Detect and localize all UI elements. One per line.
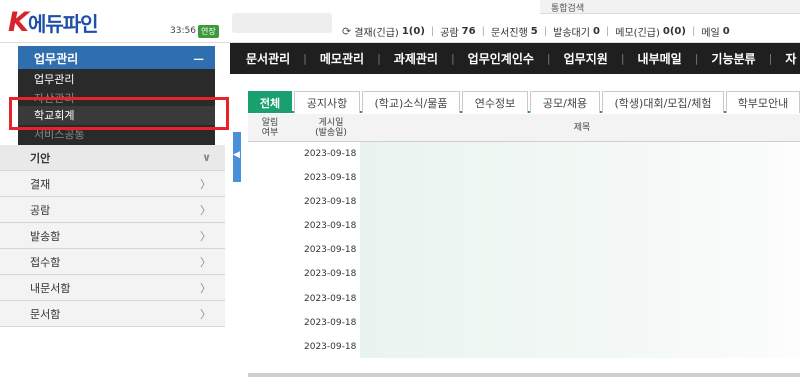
sidebar-toggle[interactable]: ◀ [233, 132, 241, 182]
post-date: 2023-09-18 [304, 245, 357, 255]
status-mail[interactable]: 메일 0 [701, 24, 729, 39]
tab-recruitment[interactable]: 공모/채용 [530, 91, 600, 113]
chevron-right-icon: 〉 [200, 229, 211, 243]
highlight-annotation [9, 97, 229, 130]
nav-task-management[interactable]: 과제관리 [394, 50, 438, 67]
sidebar-item-label: 접수함 [30, 255, 61, 269]
sidebar-item-draft[interactable]: 기안 ∨ [0, 145, 225, 171]
sidebar-item-outbox[interactable]: 발송함 〉 [0, 223, 225, 249]
logo-k: K [8, 7, 29, 38]
nav-work-support[interactable]: 업무지원 [564, 50, 608, 67]
table-row[interactable]: 2023-09-18 [248, 166, 800, 191]
sidebar-item-approval[interactable]: 결재 〉 [0, 171, 225, 197]
table-row[interactable]: 2023-09-18 [248, 311, 800, 336]
status-summary: ⟳ 결재(긴급) 1(0) | 공람 76 | 문서진행 5 | 발송대기 0 … [342, 24, 730, 39]
status-count: 5 [530, 25, 538, 37]
status-review[interactable]: 공람 76 [440, 24, 475, 39]
sidebar-item-label: 내문서함 [30, 281, 71, 295]
status-label: 발송대기 [553, 27, 590, 39]
chevron-right-icon: 〉 [200, 203, 211, 217]
status-label: 공람 [440, 27, 459, 39]
chevron-left-icon: ◀ [233, 150, 240, 160]
chevron-right-icon: 〉 [200, 307, 211, 321]
post-date: 2023-09-18 [304, 197, 357, 207]
status-label: 메일 [701, 27, 720, 39]
integrated-search[interactable]: 통합검색 [540, 0, 800, 14]
tab-training-info[interactable]: 연수정보 [462, 91, 528, 113]
chevron-right-icon: 〉 [200, 281, 211, 295]
table-row[interactable]: 2023-09-18 [248, 214, 800, 239]
status-count: 76 [461, 25, 476, 37]
table-row[interactable]: 2023-09-18 [248, 287, 800, 312]
work-menu-selector[interactable]: 업무관리 − [18, 46, 215, 71]
dropdown-item-work[interactable]: 업무관리 [18, 70, 215, 89]
bottom-panel-edge [248, 373, 800, 377]
post-date: 2023-09-18 [304, 221, 357, 231]
tab-student-events[interactable]: (학생)대회/모집/체험 [602, 91, 724, 113]
status-doc-progress[interactable]: 문서진행 5 [491, 24, 538, 39]
sidebar-item-document-box[interactable]: 문서함 〉 [0, 301, 225, 327]
post-date: 2023-09-18 [304, 318, 357, 328]
nav-internal-mail[interactable]: 내부메일 [638, 50, 682, 67]
top-bar: K 에듀파인 33:56 연장 통합검색 ⟳ 결재(긴급) 1(0) | 공람 … [0, 0, 800, 43]
status-label: 문서진행 [490, 27, 528, 39]
tab-notice[interactable]: 공지사항 [294, 91, 360, 113]
table-row[interactable]: 2023-09-18 [248, 335, 800, 360]
status-memo[interactable]: 메모(긴급) 0(0) [615, 24, 686, 39]
sidebar-item-label: 문서함 [30, 307, 61, 321]
integrated-search-label: 통합검색 [551, 4, 585, 14]
main-nav: 문서관리 | 메모관리 | 과제관리 | 업무인계인수 | 업무지원 | 내부메일 | 기능… [230, 43, 800, 74]
nav-more[interactable]: 자 [785, 50, 796, 67]
table-row[interactable]: 2023-09-18 [248, 262, 800, 287]
session-timer: 33:56 [170, 26, 196, 36]
status-count: 0(0) [662, 25, 686, 37]
sidebar-item-my-documents[interactable]: 내문서함 〉 [0, 275, 225, 301]
collapse-icon[interactable]: − [192, 50, 205, 68]
post-date: 2023-09-18 [304, 173, 357, 183]
tab-all[interactable]: 전체 [248, 91, 292, 113]
sidebar-item-label: 결재 [30, 177, 51, 191]
table-row[interactable]: 2023-09-18 [248, 238, 800, 263]
post-date: 2023-09-18 [304, 342, 357, 352]
status-count: 0 [592, 25, 600, 37]
nav-memo-management[interactable]: 메모관리 [320, 50, 364, 67]
status-count: 0 [722, 25, 730, 37]
status-label: 메모(긴급) [615, 27, 660, 39]
nav-handover[interactable]: 업무인계인수 [468, 50, 534, 67]
board-tabs: 전체 공지사항 (학교)소식/물품 연수정보 공모/채용 (학생)대회/모집/체… [248, 91, 800, 113]
chevron-right-icon: 〉 [200, 177, 211, 191]
nav-document-management[interactable]: 문서관리 [246, 50, 290, 67]
table-row[interactable]: 2023-09-18 [248, 142, 800, 167]
sidebar-item-label: 발송함 [30, 229, 61, 243]
status-label: 결재(긴급) [354, 27, 399, 39]
post-date: 2023-09-18 [304, 149, 357, 159]
status-count: 1(0) [401, 25, 425, 37]
sidebar-item-inbox[interactable]: 접수함 〉 [0, 249, 225, 275]
post-date: 2023-09-18 [304, 269, 357, 279]
tab-parent-guide[interactable]: 학부모안내 [726, 91, 800, 113]
column-post-date[interactable]: 게시일 (발송일) [298, 114, 364, 142]
column-alarm[interactable]: 알림 여부 [248, 114, 292, 142]
sidebar: 기안 ∨ 결재 〉 공람 〉 발송함 〉 접수함 〉 내문서함 〉 문서함 〉 [0, 145, 225, 327]
sidebar-item-label: 기안 [30, 151, 51, 165]
chevron-down-icon: ∨ [202, 151, 211, 164]
refresh-icon[interactable]: ⟳ [342, 25, 351, 38]
sidebar-item-label: 공람 [30, 203, 51, 217]
post-date: 2023-09-18 [304, 294, 357, 304]
status-send-wait[interactable]: 발송대기 0 [553, 24, 600, 39]
tab-school-news[interactable]: (학교)소식/물품 [362, 91, 460, 113]
edufine-logo[interactable]: K 에듀파인 [8, 7, 99, 38]
chevron-right-icon: 〉 [200, 255, 211, 269]
column-title[interactable]: 제목 [364, 114, 800, 142]
table-header: 알림 여부 게시일 (발송일) 제목 [248, 114, 800, 142]
work-menu-title: 업무관리 [34, 52, 79, 66]
logo-text: 에듀파인 [27, 12, 99, 36]
table-row[interactable]: 2023-09-18 [248, 190, 800, 215]
sidebar-item-review[interactable]: 공람 〉 [0, 197, 225, 223]
nav-function-classification[interactable]: 기능분류 [711, 50, 755, 67]
extend-session-button[interactable]: 연장 [198, 25, 219, 38]
user-info-redacted [232, 13, 332, 33]
status-approval[interactable]: 결재(긴급) 1(0) [354, 24, 425, 39]
